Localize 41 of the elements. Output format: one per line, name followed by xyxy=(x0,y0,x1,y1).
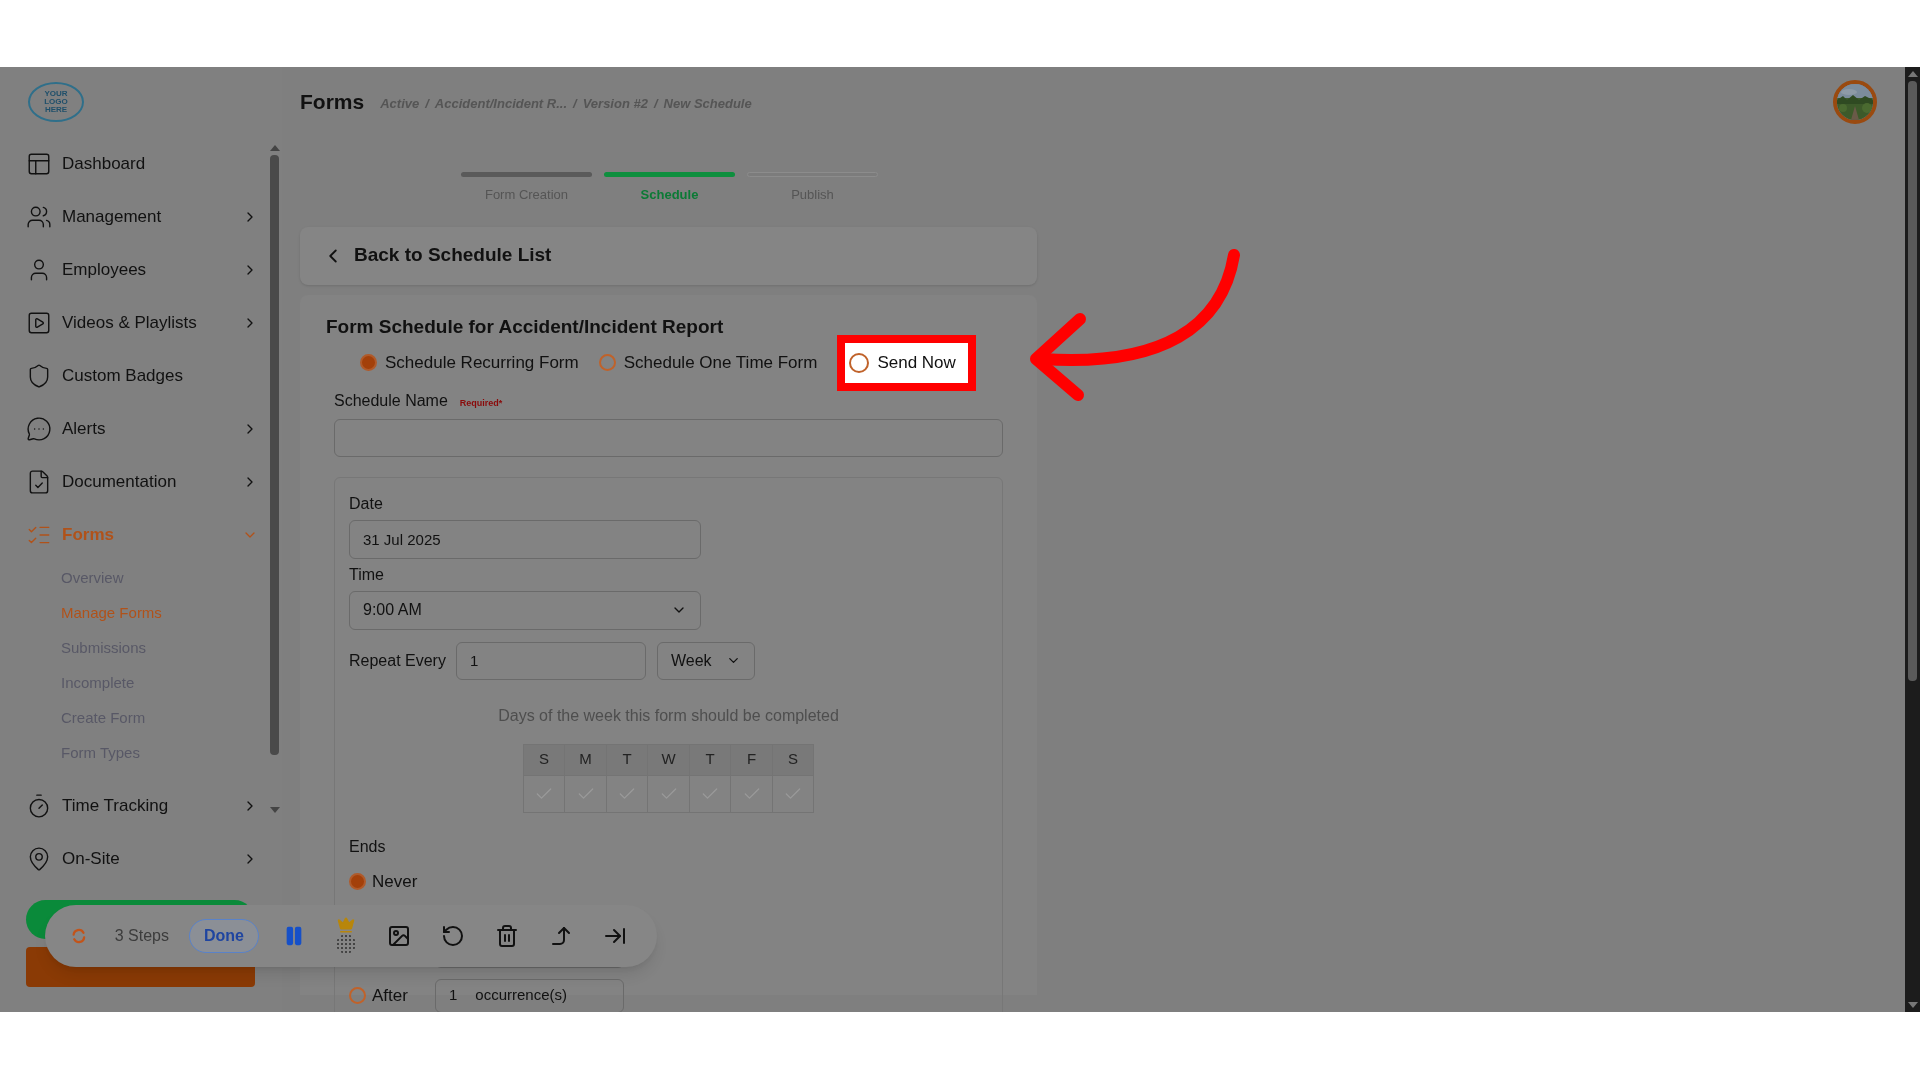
field-label: Schedule Name xyxy=(334,390,448,411)
breadcrumb-separator: / xyxy=(425,95,429,114)
day-header: F xyxy=(731,744,773,776)
radio-option[interactable]: Never xyxy=(349,868,435,895)
sidebar-item[interactable]: Videos & Playlists xyxy=(0,296,268,349)
radio-option[interactable]: After xyxy=(349,982,435,1009)
field-label: Repeat Every xyxy=(349,650,446,671)
sidebar-item[interactable]: Time Tracking xyxy=(0,779,268,832)
repeat-count-field[interactable]: 1 xyxy=(456,641,646,680)
day-header: T xyxy=(689,744,732,776)
breadcrumb-separator: / xyxy=(653,95,658,114)
day-header: S xyxy=(523,744,566,776)
day-header: M xyxy=(565,744,607,776)
repeat-unit-select[interactable]: Week xyxy=(657,641,755,680)
progress-step-label: Schedule xyxy=(640,186,699,204)
sidebar-item[interactable]: Documentation xyxy=(0,455,268,508)
steps-count: 3 Steps xyxy=(114,926,169,946)
sidebar-item[interactable]: Custom Badges xyxy=(0,349,268,402)
required-note: Required* xyxy=(459,396,503,410)
day-header: T xyxy=(606,744,649,776)
done-button[interactable]: Done xyxy=(189,919,259,953)
back-link[interactable]: Back to Schedule List xyxy=(322,241,552,270)
breadcrumb-separator: / xyxy=(573,95,577,114)
date-field[interactable]: 31 Jul 2025 xyxy=(349,519,701,559)
radio-option[interactable]: Send Now xyxy=(845,342,968,383)
day-header: W xyxy=(648,744,690,776)
logo: YOUR LOGO HERE xyxy=(28,82,84,122)
day-header: S xyxy=(772,744,815,776)
radio-option[interactable]: Schedule One Time Form xyxy=(598,349,818,376)
sidebar-item[interactable]: On-Site xyxy=(0,832,268,885)
page-title: Forms xyxy=(300,89,365,116)
sidebar-item[interactable]: Management xyxy=(0,190,268,243)
field-label: Date xyxy=(349,493,384,514)
radio-option[interactable]: Schedule Recurring Form xyxy=(360,349,579,376)
sidebar-item[interactable]: Employees xyxy=(0,243,268,296)
form-title: Form Schedule for Accident/Incident Report xyxy=(326,314,725,337)
time-select[interactable]: 9:00 AM xyxy=(349,590,701,630)
field-label: Time xyxy=(349,564,385,585)
sidebar-item[interactable]: Alerts xyxy=(0,402,268,455)
sidebar-item[interactable]: Dashboard xyxy=(0,137,268,190)
field-label: Ends xyxy=(349,836,387,857)
